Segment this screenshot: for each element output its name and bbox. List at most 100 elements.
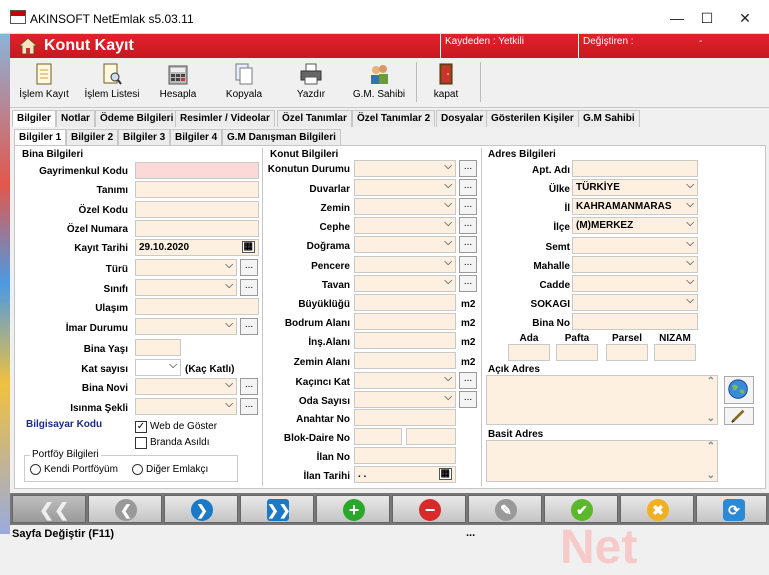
add-record-button[interactable]: + — [316, 495, 390, 523]
tavan-more-button[interactable]: ... — [459, 275, 477, 292]
nizam-input[interactable] — [654, 344, 696, 361]
basit-adres-textarea[interactable]: ⌃ ⌄ — [486, 440, 718, 482]
zemin-more-button[interactable]: ... — [459, 198, 477, 215]
acik-adres-textarea[interactable]: ⌃ ⌄ — [486, 375, 718, 425]
minimize-button[interactable]: — — [662, 8, 692, 28]
dograma-select[interactable] — [354, 236, 456, 253]
sinifi-more-button[interactable]: ... — [240, 279, 258, 296]
duvarlar-select[interactable] — [354, 179, 456, 196]
bina-no-input[interactable] — [572, 313, 698, 330]
tab-notlar[interactable]: Notlar — [56, 110, 95, 127]
bodrum-alani-input[interactable] — [354, 313, 456, 330]
semt-select[interactable] — [572, 237, 698, 254]
cancel-record-button[interactable]: ✖ — [620, 495, 694, 523]
ins-alani-input[interactable] — [354, 332, 456, 349]
delete-record-button[interactable]: − — [392, 495, 466, 523]
turu-more-button[interactable]: ... — [240, 259, 258, 276]
first-record-button[interactable]: ❮❮ — [12, 495, 86, 523]
cephe-more-button[interactable]: ... — [459, 217, 477, 234]
hesapla-button[interactable]: Hesapla — [150, 62, 206, 106]
ulasim-input[interactable] — [135, 298, 259, 315]
buyuklugu-input[interactable] — [354, 294, 456, 311]
pencere-more-button[interactable]: ... — [459, 256, 477, 273]
gm-sahibi-button[interactable]: G.M. Sahibi — [348, 62, 410, 106]
web-de-goster-checkbox[interactable]: ✓ — [135, 421, 147, 433]
imar-durumu-select[interactable] — [135, 318, 237, 335]
ilce-select[interactable]: (M)MERKEZ — [572, 217, 698, 234]
sokagi-select[interactable] — [572, 294, 698, 311]
kayit-tarihi-input[interactable]: 29.10.2020 ▦ — [135, 239, 259, 256]
turu-select[interactable] — [135, 259, 237, 276]
pencere-select[interactable] — [354, 256, 456, 273]
anahtar-no-input[interactable] — [354, 409, 456, 426]
konutun-durumu-select[interactable] — [354, 160, 456, 177]
kacinci-kat-select[interactable] — [354, 372, 456, 389]
gayrimenkul-kodu-input[interactable] — [135, 162, 259, 179]
tab-ozel-tanimlar[interactable]: Özel Tanımlar — [277, 110, 352, 127]
subtab-bilgiler-2[interactable]: Bilgiler 2 — [66, 129, 119, 146]
maximize-button[interactable]: ☐ — [692, 8, 722, 28]
branda-asildi-checkbox[interactable] — [135, 437, 147, 449]
bina-yasi-input[interactable] — [135, 339, 181, 356]
pafta-input[interactable] — [556, 344, 598, 361]
bina-novi-more-button[interactable]: ... — [240, 378, 258, 395]
ulke-select[interactable]: TÜRKİYE — [572, 179, 698, 196]
subtab-bilgiler-1[interactable]: Bilgiler 1 — [14, 129, 67, 146]
tab-dosyalar[interactable]: Dosyalar — [436, 110, 489, 127]
last-record-button[interactable]: ❯❯ — [240, 495, 314, 523]
next-record-button[interactable]: ❯ — [164, 495, 238, 523]
il-select[interactable]: KAHRAMANMARAS — [572, 198, 698, 215]
calendar-icon[interactable]: ▦ — [438, 468, 452, 480]
diger-emlakci-radio[interactable] — [132, 464, 143, 475]
save-record-button[interactable]: ✔ — [544, 495, 618, 523]
subtab-gm-danisman-bilgileri[interactable]: G.M Danışman Bilgileri — [222, 129, 341, 146]
duvarlar-more-button[interactable]: ... — [459, 179, 477, 196]
kopyala-button[interactable]: Kopyala — [216, 62, 272, 106]
zemin-select[interactable] — [354, 198, 456, 215]
mahalle-select[interactable] — [572, 256, 698, 273]
tanimi-input[interactable] — [135, 181, 259, 198]
subtab-bilgiler-4[interactable]: Bilgiler 4 — [170, 129, 223, 146]
oda-sayisi-select[interactable] — [354, 391, 456, 408]
ada-input[interactable] — [508, 344, 550, 361]
tab-bilgiler[interactable]: Bilgiler — [12, 110, 56, 127]
ozel-numara-input[interactable] — [135, 220, 259, 237]
daire-no-input[interactable] — [406, 428, 456, 445]
islem-kayit-button[interactable]: İşlem Kayıt — [14, 62, 74, 106]
oda-sayisi-more-button[interactable]: ... — [459, 391, 477, 408]
calendar-icon[interactable]: ▦ — [241, 241, 255, 253]
imar-durumu-more-button[interactable]: ... — [240, 318, 258, 335]
edit-address-button[interactable] — [724, 407, 754, 425]
previous-record-button[interactable]: ❮ — [88, 495, 162, 523]
yazdir-button[interactable]: Yazdır — [286, 62, 336, 106]
kacinci-kat-more-button[interactable]: ... — [459, 372, 477, 389]
dograma-more-button[interactable]: ... — [459, 236, 477, 253]
scroll-down-icon[interactable]: ⌄ — [707, 470, 715, 481]
blok-no-input[interactable] — [354, 428, 402, 445]
zemin-alani-input[interactable] — [354, 352, 456, 369]
isinma-sekli-select[interactable] — [135, 398, 237, 415]
tab-resimler-videolar[interactable]: Resimler / Videolar — [175, 110, 275, 127]
tab-odeme-bilgileri[interactable]: Ödeme Bilgileri — [95, 110, 179, 127]
apt-adi-input[interactable] — [572, 160, 698, 177]
tavan-select[interactable] — [354, 275, 456, 292]
cephe-select[interactable] — [354, 217, 456, 234]
refresh-button[interactable]: ⟳ — [696, 495, 767, 523]
ilan-no-input[interactable] — [354, 447, 456, 464]
close-button[interactable]: ✕ — [730, 8, 760, 28]
sinifi-select[interactable] — [135, 279, 237, 296]
ozel-kodu-input[interactable] — [135, 201, 259, 218]
bina-novi-select[interactable] — [135, 378, 237, 395]
ilan-tarihi-input[interactable]: . . ▦ — [354, 466, 456, 483]
tab-gm-sahibi[interactable]: G.M Sahibi — [578, 110, 640, 127]
kat-sayisi-select[interactable] — [135, 359, 181, 376]
subtab-bilgiler-3[interactable]: Bilgiler 3 — [118, 129, 171, 146]
edit-record-button[interactable]: ✎ — [468, 495, 542, 523]
map-button[interactable] — [724, 376, 754, 404]
isinma-sekli-more-button[interactable]: ... — [240, 398, 258, 415]
cadde-select[interactable] — [572, 275, 698, 292]
tab-gosterilen-kisiler[interactable]: Gösterilen Kişiler — [486, 110, 579, 127]
kendi-portfoyum-radio[interactable] — [30, 464, 41, 475]
tab-ozel-tanimlar-2[interactable]: Özel Tanımlar 2 — [352, 110, 436, 127]
scroll-up-icon[interactable]: ⌃ — [707, 441, 715, 452]
